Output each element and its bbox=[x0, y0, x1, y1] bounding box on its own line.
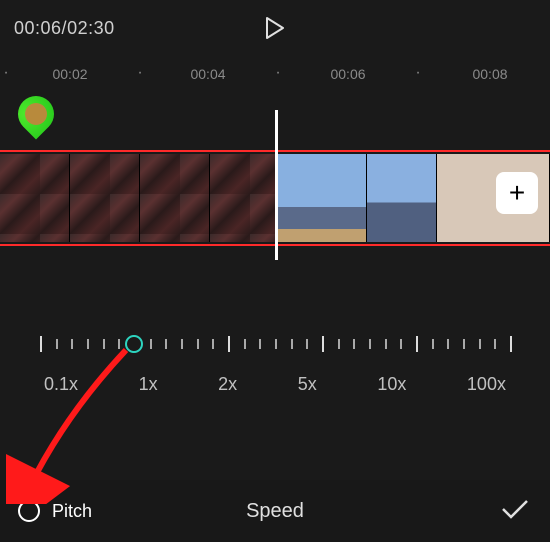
slider-tick-major bbox=[40, 336, 42, 352]
slider-tick-minor bbox=[291, 339, 293, 349]
slider-tick-minor bbox=[244, 339, 246, 349]
speed-slider-panel: 0.1x 1x 2x 5x 10x 100x bbox=[0, 332, 550, 395]
pitch-label: Pitch bbox=[52, 501, 92, 522]
speed-label: 1x bbox=[139, 374, 158, 395]
slider-tick-minor bbox=[353, 339, 355, 349]
speed-label: 10x bbox=[377, 374, 406, 395]
playback-time: 00:06/02:30 bbox=[14, 18, 115, 39]
top-bar: 00:06/02:30 bbox=[0, 0, 550, 56]
ruler-dot: · bbox=[137, 66, 142, 80]
slider-tick-minor bbox=[447, 339, 449, 349]
slider-tick-major bbox=[228, 336, 230, 352]
clip-thumbnail[interactable] bbox=[210, 154, 277, 242]
slider-tick-major bbox=[510, 336, 512, 352]
speed-labels: 0.1x 1x 2x 5x 10x 100x bbox=[40, 374, 510, 395]
clip-thumbnail[interactable] bbox=[70, 154, 140, 242]
speed-slider[interactable] bbox=[40, 332, 510, 356]
marker-pin-icon[interactable] bbox=[11, 89, 62, 140]
pitch-toggle[interactable]: Pitch bbox=[18, 500, 92, 522]
ruler-dot: · bbox=[415, 66, 420, 80]
slider-tick-minor bbox=[259, 339, 261, 349]
slider-tick-major bbox=[322, 336, 324, 352]
confirm-button[interactable] bbox=[500, 498, 530, 525]
slider-tick-minor bbox=[212, 339, 214, 349]
slider-tick-minor bbox=[479, 339, 481, 349]
slider-tick-minor bbox=[118, 339, 120, 349]
slider-tick-major bbox=[416, 336, 418, 352]
timeline-track[interactable]: + bbox=[0, 118, 550, 278]
clip-thumbnail[interactable] bbox=[0, 154, 70, 242]
slider-tick-minor bbox=[369, 339, 371, 349]
slider-tick-minor bbox=[385, 339, 387, 349]
slider-tick-minor bbox=[165, 339, 167, 349]
speed-label: 100x bbox=[467, 374, 506, 395]
ruler-dot: · bbox=[3, 66, 8, 80]
radio-unchecked-icon bbox=[18, 500, 40, 522]
ruler-dot: · bbox=[275, 66, 280, 80]
slider-tick-minor bbox=[275, 339, 277, 349]
slider-tick-minor bbox=[181, 339, 183, 349]
current-time: 00:06 bbox=[14, 18, 62, 38]
slider-tick-minor bbox=[197, 339, 199, 349]
add-clip-button[interactable]: + bbox=[496, 172, 538, 214]
play-button[interactable] bbox=[261, 14, 289, 42]
ruler-mark: 00:04 bbox=[190, 66, 225, 82]
playhead[interactable] bbox=[275, 110, 278, 260]
ruler-mark: 00:08 bbox=[472, 66, 507, 82]
slider-tick-minor bbox=[103, 339, 105, 349]
bottom-bar: Pitch Speed bbox=[0, 480, 550, 542]
slider-tick-minor bbox=[463, 339, 465, 349]
slider-tick-minor bbox=[150, 339, 152, 349]
slider-tick-minor bbox=[87, 339, 89, 349]
total-time: 02:30 bbox=[67, 18, 115, 38]
clip-thumbnail[interactable] bbox=[277, 154, 367, 242]
clip-thumbnail[interactable] bbox=[367, 154, 437, 242]
speed-slider-handle[interactable] bbox=[125, 335, 143, 353]
slider-tick-minor bbox=[494, 339, 496, 349]
slider-tick-minor bbox=[400, 339, 402, 349]
speed-label: 5x bbox=[298, 374, 317, 395]
slider-tick-minor bbox=[56, 339, 58, 349]
slider-tick-minor bbox=[71, 339, 73, 349]
slider-tick-minor bbox=[432, 339, 434, 349]
ruler-mark: 00:06 bbox=[330, 66, 365, 82]
checkmark-icon bbox=[500, 498, 530, 520]
speed-label: 2x bbox=[218, 374, 237, 395]
panel-title: Speed bbox=[246, 500, 304, 523]
slider-tick-minor bbox=[306, 339, 308, 349]
play-icon bbox=[265, 17, 285, 39]
plus-icon: + bbox=[509, 177, 525, 209]
clip-thumbnail[interactable] bbox=[140, 154, 210, 242]
speed-label: 0.1x bbox=[44, 374, 78, 395]
timeline-ruler[interactable]: · 00:02 · 00:04 · 00:06 · 00:08 bbox=[0, 60, 550, 92]
slider-tick-minor bbox=[338, 339, 340, 349]
ruler-mark: 00:02 bbox=[52, 66, 87, 82]
